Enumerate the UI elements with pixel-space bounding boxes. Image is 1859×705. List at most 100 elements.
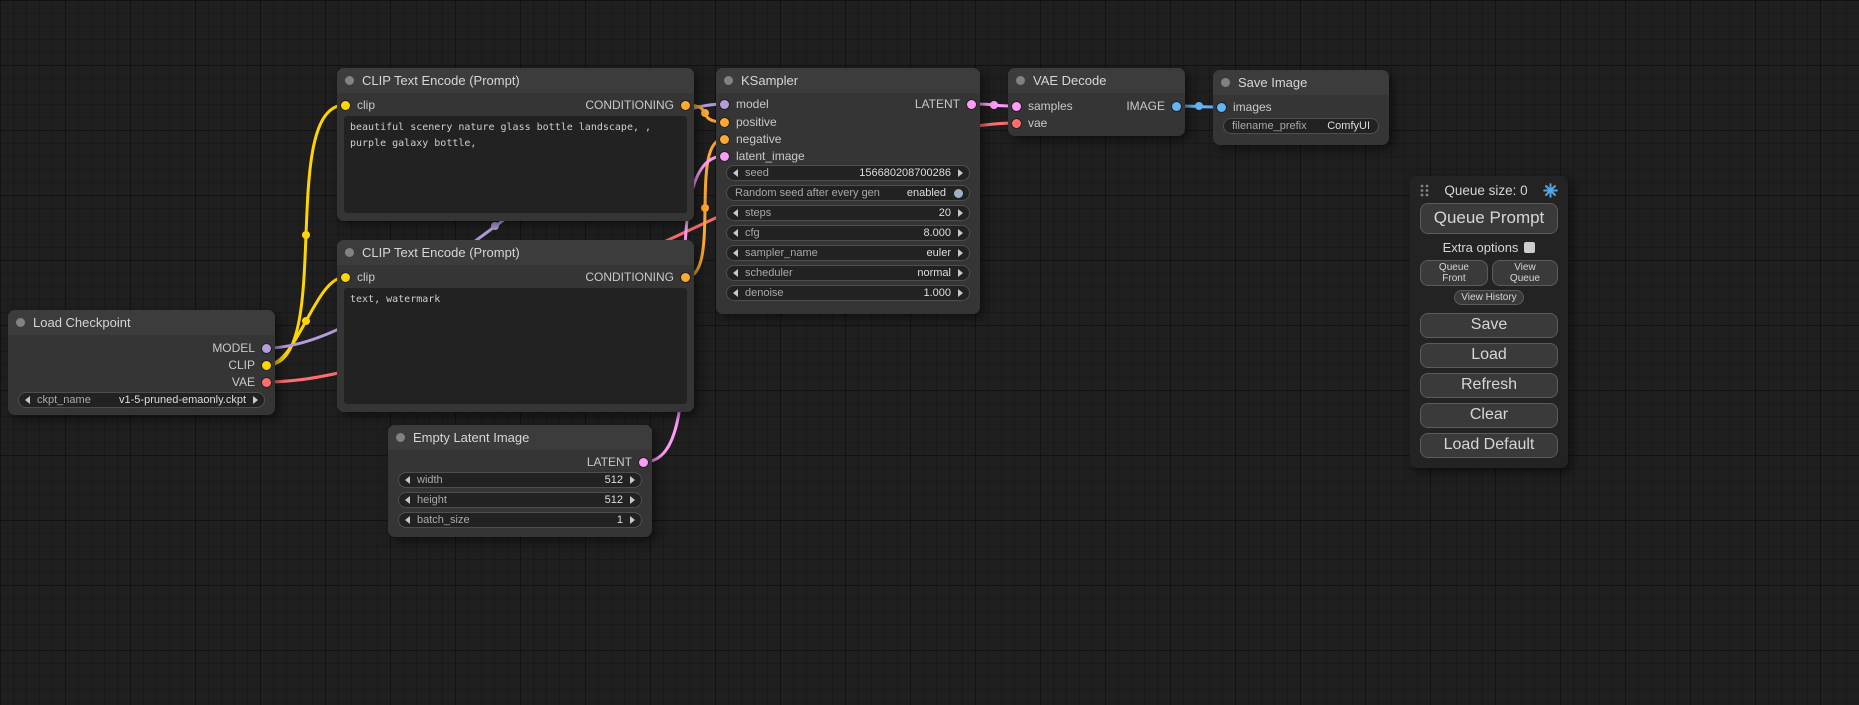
increment-arrow-icon[interactable] — [958, 209, 963, 217]
image-output-dot[interactable] — [1172, 102, 1181, 111]
conditioning-output-dot[interactable] — [681, 273, 690, 282]
next-value-arrow-icon[interactable] — [253, 396, 258, 404]
view-history-button[interactable]: View History — [1454, 290, 1523, 305]
decrement-arrow-icon[interactable] — [405, 496, 410, 504]
latent-output-dot[interactable] — [967, 100, 976, 109]
next-value-arrow-icon[interactable] — [958, 269, 963, 277]
random-seed-toggle-widget[interactable]: Random seed after every gen enabled — [726, 185, 970, 201]
widget-value: 8.000 — [923, 227, 951, 239]
clip-input-dot[interactable] — [341, 273, 350, 282]
collapse-dot-icon[interactable] — [1016, 76, 1025, 85]
increment-arrow-icon[interactable] — [958, 229, 963, 237]
decrement-arrow-icon[interactable] — [405, 476, 410, 484]
slot-model-input: model — [720, 95, 769, 113]
node-title-bar[interactable]: CLIP Text Encode (Prompt) — [337, 68, 694, 93]
prev-value-arrow-icon[interactable] — [733, 269, 738, 277]
node-title-bar[interactable]: Save Image — [1213, 70, 1389, 95]
link-midpoint-dot — [701, 109, 709, 117]
node-load-checkpoint[interactable]: Load Checkpoint MODEL CLIP VAE ckpt_name… — [8, 310, 275, 415]
model-input-dot[interactable] — [720, 100, 729, 109]
batch-size-widget[interactable]: batch_size 1 — [398, 512, 642, 528]
increment-arrow-icon[interactable] — [958, 169, 963, 177]
prev-value-arrow-icon[interactable] — [733, 249, 738, 257]
drag-handle-icon[interactable] — [1420, 184, 1429, 197]
node-title-bar[interactable]: CLIP Text Encode (Prompt) — [337, 240, 694, 265]
decrement-arrow-icon[interactable] — [733, 169, 738, 177]
positive-prompt-textarea[interactable]: beautiful scenery nature glass bottle la… — [344, 116, 687, 213]
node-title-bar[interactable]: Empty Latent Image — [388, 425, 652, 450]
settings-gear-icon[interactable] — [1543, 183, 1558, 198]
node-empty-latent-image[interactable]: Empty Latent Image LATENT width 512 heig… — [388, 425, 652, 537]
collapse-dot-icon[interactable] — [724, 76, 733, 85]
clip-output-dot[interactable] — [262, 361, 271, 370]
link-midpoint-dot — [990, 101, 998, 109]
node-clip-text-encode-positive[interactable]: CLIP Text Encode (Prompt) clip CONDITION… — [337, 68, 694, 221]
slot-label: images — [1233, 100, 1272, 114]
negative-prompt-textarea[interactable]: text, watermark — [344, 288, 687, 404]
save-button[interactable]: Save — [1420, 313, 1558, 338]
extra-options-checkbox[interactable] — [1524, 242, 1535, 253]
filename-prefix-widget[interactable]: filename_prefix ComfyUI — [1223, 118, 1379, 134]
decrement-arrow-icon[interactable] — [405, 516, 410, 524]
latent-output-dot[interactable] — [639, 458, 648, 467]
widget-label: ckpt_name — [37, 394, 91, 406]
next-value-arrow-icon[interactable] — [958, 289, 963, 297]
collapse-dot-icon[interactable] — [396, 433, 405, 442]
positive-input-dot[interactable] — [720, 118, 729, 127]
images-input-dot[interactable] — [1217, 103, 1226, 112]
node-clip-text-encode-negative[interactable]: CLIP Text Encode (Prompt) clip CONDITION… — [337, 240, 694, 412]
load-button[interactable]: Load — [1420, 343, 1558, 368]
widget-label: cfg — [745, 227, 760, 239]
queue-actions-row: Queue Front View Queue — [1420, 260, 1558, 286]
increment-arrow-icon[interactable] — [630, 496, 635, 504]
decrement-arrow-icon[interactable] — [733, 209, 738, 217]
latent-image-input-dot[interactable] — [720, 152, 729, 161]
sampler-name-widget[interactable]: sampler_name euler — [726, 245, 970, 261]
height-widget[interactable]: height 512 — [398, 492, 642, 508]
slot-label: CONDITIONING — [585, 98, 674, 112]
samples-input-dot[interactable] — [1012, 102, 1021, 111]
refresh-button[interactable]: Refresh — [1420, 373, 1558, 398]
node-save-image[interactable]: Save Image images filename_prefix ComfyU… — [1213, 70, 1389, 145]
collapse-dot-icon[interactable] — [1221, 78, 1230, 87]
collapse-dot-icon[interactable] — [345, 76, 354, 85]
queue-prompt-button[interactable]: Queue Prompt — [1420, 203, 1558, 234]
widget-value: v1-5-pruned-emaonly.ckpt — [119, 394, 246, 406]
queue-front-button[interactable]: Queue Front — [1420, 260, 1488, 286]
node-ksampler[interactable]: KSampler model positive negative latent_… — [716, 68, 980, 314]
slot-model-output: MODEL — [212, 339, 271, 357]
toggle-dot-icon[interactable] — [954, 189, 963, 198]
increment-arrow-icon[interactable] — [630, 516, 635, 524]
slot-label: clip — [357, 98, 375, 112]
denoise-widget[interactable]: denoise 1.000 — [726, 285, 970, 301]
node-vae-decode[interactable]: VAE Decode samples vae IMAGE — [1008, 68, 1185, 136]
prev-value-arrow-icon[interactable] — [25, 396, 30, 404]
clip-input-dot[interactable] — [341, 101, 350, 110]
seed-widget[interactable]: seed 156680208700286 — [726, 165, 970, 181]
negative-input-dot[interactable] — [720, 135, 729, 144]
steps-widget[interactable]: steps 20 — [726, 205, 970, 221]
next-value-arrow-icon[interactable] — [958, 249, 963, 257]
ckpt-name-widget[interactable]: ckpt_name v1-5-pruned-emaonly.ckpt — [18, 392, 265, 408]
clear-button[interactable]: Clear — [1420, 403, 1558, 428]
width-widget[interactable]: width 512 — [398, 472, 642, 488]
increment-arrow-icon[interactable] — [630, 476, 635, 484]
conditioning-output-dot[interactable] — [681, 101, 690, 110]
node-title-bar[interactable]: KSampler — [716, 68, 980, 93]
scheduler-widget[interactable]: scheduler normal — [726, 265, 970, 281]
decrement-arrow-icon[interactable] — [733, 229, 738, 237]
widget-value: enabled — [907, 187, 946, 199]
node-title-bar[interactable]: Load Checkpoint — [8, 310, 275, 335]
collapse-dot-icon[interactable] — [16, 318, 25, 327]
view-queue-button[interactable]: View Queue — [1492, 260, 1558, 286]
vae-input-dot[interactable] — [1012, 119, 1021, 128]
model-output-dot[interactable] — [262, 344, 271, 353]
node-title: CLIP Text Encode (Prompt) — [362, 73, 520, 88]
decrement-arrow-icon[interactable] — [733, 289, 738, 297]
cfg-widget[interactable]: cfg 8.000 — [726, 225, 970, 241]
collapse-dot-icon[interactable] — [345, 248, 354, 257]
node-title-bar[interactable]: VAE Decode — [1008, 68, 1185, 93]
vae-output-dot[interactable] — [262, 378, 271, 387]
slot-vae-input: vae — [1012, 114, 1047, 132]
load-default-button[interactable]: Load Default — [1420, 433, 1558, 458]
